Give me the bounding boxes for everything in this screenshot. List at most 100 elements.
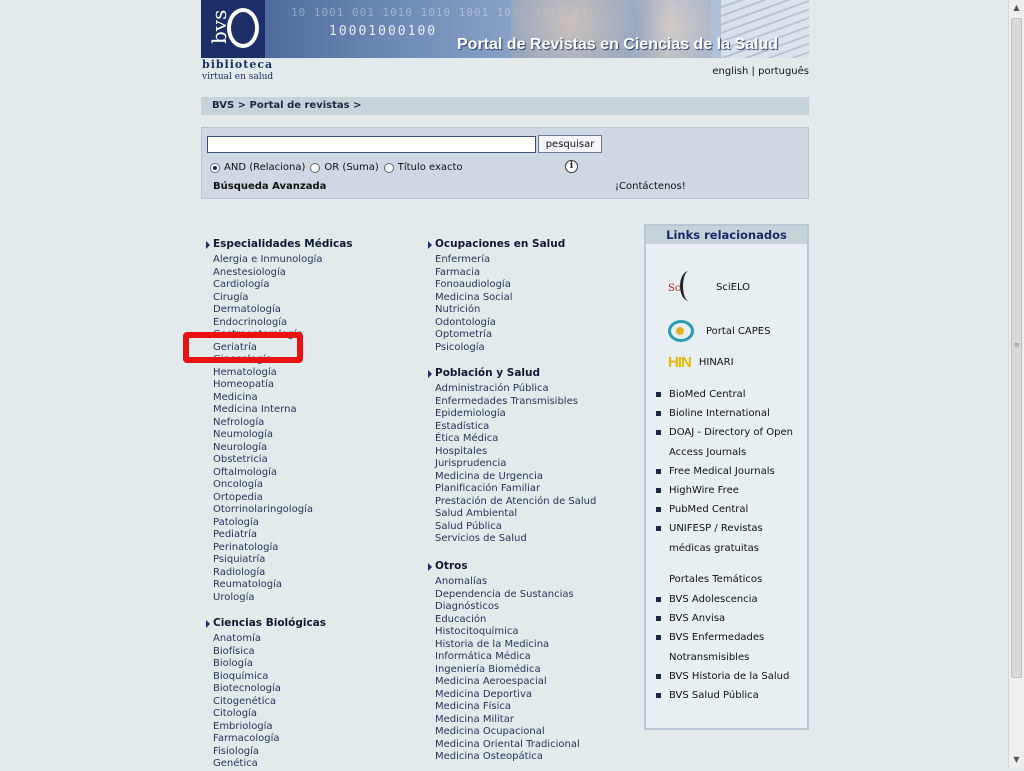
related-link[interactable]: HighWire Free [669,485,739,496]
otros-link[interactable]: Histocitoquímica [435,626,518,637]
contact-link[interactable]: ¡Contáctenos! [615,181,686,192]
ocupacion-link[interactable]: Psicología [435,342,485,353]
related-link[interactable]: BioMed Central [669,389,745,400]
related-link[interactable]: UNIFESP / Revistas [669,523,763,534]
poblacion-link[interactable]: Epidemiología [435,408,506,419]
biologica-link[interactable]: Citogenética [213,696,276,707]
biologica-link[interactable]: Fisiología [213,746,259,757]
especialidad-link[interactable]: Perinatología [213,542,278,553]
ocupacion-link[interactable]: Enfermería [435,254,490,265]
biologica-link[interactable]: Farmacología [213,733,280,744]
biologica-link[interactable]: Biología [213,658,253,669]
especialidad-link[interactable]: Oftalmología [213,467,277,478]
otros-link[interactable]: Medicina Oriental Tradicional [435,739,580,750]
otros-link[interactable]: Historia de la Medicina [435,639,549,650]
portal-tematico-link[interactable]: BVS Historia de la Salud [669,671,789,682]
ocupacion-link[interactable]: Optometría [435,329,492,340]
especialidad-link[interactable]: Cardiología [213,279,269,290]
especialidad-link[interactable]: Pediatría [213,529,257,540]
search-button[interactable]: pesquisar [538,135,602,153]
hinari-link[interactable]: HIN HINARI [668,354,734,371]
especialidad-link[interactable]: Hematología [213,367,277,378]
otros-link[interactable]: Dependencia de Sustancias [435,589,574,600]
portal-tematico-link[interactable]: BVS Adolescencia [669,594,758,605]
ocupacion-link[interactable]: Odontología [435,317,496,328]
otros-link[interactable]: Medicina Osteopática [435,751,543,762]
poblacion-link[interactable]: Medicina de Urgencia [435,471,543,482]
portal-tematico-link[interactable]: BVS Anvisa [669,613,725,624]
biologica-link[interactable]: Anatomía [213,633,261,644]
especialidad-link[interactable]: Psiquiatría [213,554,265,565]
search-input[interactable] [207,136,536,153]
poblacion-link[interactable]: Estadística [435,421,489,432]
otros-link[interactable]: Medicina Física [435,701,511,712]
especialidad-link[interactable]: Geriatría [213,342,257,353]
scroll-thumb[interactable]: ≡ [1011,18,1022,678]
especialidad-link[interactable]: Obstetricia [213,454,268,465]
portal-tematico-link[interactable]: BVS Salud Pública [669,690,759,701]
otros-link[interactable]: Anomalías [435,576,487,587]
otros-link[interactable]: Medicina Militar [435,714,514,725]
ocupacion-link[interactable]: Farmacia [435,267,480,278]
especialidad-link[interactable]: Medicina [213,392,258,403]
especialidad-link[interactable]: Homeopatía [213,379,274,390]
otros-link[interactable]: Informática Médica [435,651,531,662]
related-link[interactable]: DOAJ - Directory of Open [669,427,793,438]
otros-link[interactable]: Medicina Ocupacional [435,726,545,737]
portal-capes-link[interactable]: Portal CAPES [668,320,770,342]
especialidad-link[interactable]: Nefrología [213,417,264,428]
especialidad-link[interactable]: Cirugía [213,292,248,303]
portal-tematico-link[interactable]: BVS Enfermedades [669,632,764,643]
portal-tematico-link[interactable]: Notransmisibles [669,652,749,663]
radio-and[interactable] [210,162,220,173]
especialidad-link[interactable]: Anestesiología [213,267,286,278]
biologica-link[interactable]: Citología [213,708,257,719]
poblacion-link[interactable]: Enfermedades Transmisibles [435,396,578,407]
especialidad-link[interactable]: Oncología [213,479,263,490]
especialidad-link[interactable]: Gastroenterología [213,329,303,340]
scroll-up-icon[interactable]: ▲ [1009,0,1024,16]
especialidad-link[interactable]: Patología [213,517,259,528]
ocupacion-link[interactable]: Medicina Social [435,292,512,303]
poblacion-link[interactable]: Planificación Familiar [435,483,540,494]
info-icon[interactable]: i [565,160,578,173]
related-link[interactable]: PubMed Central [669,504,748,515]
biologica-link[interactable]: Biofísica [213,646,255,657]
biologica-link[interactable]: Embriología [213,721,273,732]
lang-portugues-link[interactable]: português [758,66,809,77]
related-link[interactable]: Free Medical Journals [669,466,775,477]
related-link[interactable]: Access Journals [669,447,746,458]
poblacion-link[interactable]: Administración Pública [435,383,549,394]
bvs-logo[interactable]: bvs [201,0,265,58]
especialidad-link[interactable]: Radiología [213,567,265,578]
especialidad-link[interactable]: Otorrinolaringología [213,504,313,515]
ocupacion-link[interactable]: Nutrición [435,304,480,315]
poblacion-link[interactable]: Salud Pública [435,521,502,532]
biologica-link[interactable]: Biotecnología [213,683,281,694]
lang-english-link[interactable]: english [712,66,748,77]
biologica-link[interactable]: Genética [213,758,258,769]
especialidad-link[interactable]: Dermatología [213,304,281,315]
especialidad-link[interactable]: Endocrinología [213,317,287,328]
otros-link[interactable]: Educación [435,614,486,625]
poblacion-link[interactable]: Salud Ambiental [435,508,517,519]
especialidad-link[interactable]: Neurología [213,442,267,453]
radio-or[interactable] [310,162,321,173]
related-link[interactable]: médicas gratuitas [669,543,759,554]
radio-exact-title[interactable] [383,162,394,173]
related-link[interactable]: Bioline International [669,408,770,419]
poblacion-link[interactable]: Hospitales [435,446,487,457]
especialidad-link[interactable]: Urología [213,592,254,603]
poblacion-link[interactable]: Servicios de Salud [435,533,527,544]
scielo-link[interactable]: Sci SciELO [668,271,750,303]
ocupacion-link[interactable]: Fonoaudiología [435,279,511,290]
especialidad-link[interactable]: Neumología [213,429,273,440]
especialidad-link[interactable]: Alergia e Inmunología [213,254,322,265]
especialidad-link[interactable]: Reumatología [213,579,282,590]
especialidad-link[interactable]: Ginecología [213,354,272,365]
poblacion-link[interactable]: Jurisprudencia [435,458,506,469]
advanced-search-link[interactable]: Búsqueda Avanzada [213,181,326,192]
poblacion-link[interactable]: Prestación de Atención de Salud [435,496,596,507]
scroll-down-icon[interactable]: ▼ [1009,752,1024,768]
vertical-scrollbar[interactable]: ▲ ≡ ▼ [1008,0,1024,768]
